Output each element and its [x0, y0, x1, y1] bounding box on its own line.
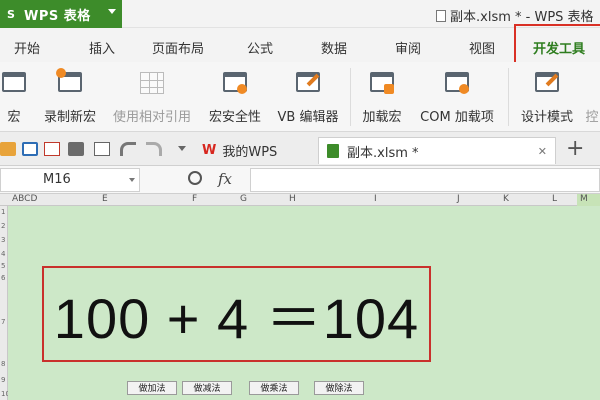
ribbon-toolbar: 宏 录制新宏 使用相对引用 宏安全性 VB 编辑器 加载宏 COM 加载项 设计…: [0, 62, 600, 132]
row-header[interactable]: 9: [1, 376, 5, 384]
zoom-icon[interactable]: [188, 171, 202, 185]
multiply-macro-button[interactable]: 做乘法: [249, 381, 299, 395]
name-box-dropdown-icon[interactable]: [129, 178, 135, 182]
row-header[interactable]: 4: [1, 250, 5, 258]
column-header[interactable]: J: [457, 194, 460, 204]
relative-reference-button[interactable]: 使用相对引用: [108, 68, 196, 128]
quick-access-bar: W 我的WPS 副本.xlsm * ✕ +: [0, 132, 600, 166]
menu-review[interactable]: 审阅: [395, 38, 421, 57]
row-header[interactable]: 5: [1, 262, 5, 270]
print-preview-icon[interactable]: [94, 142, 110, 156]
row-header[interactable]: 6: [1, 274, 5, 282]
title-bar: S WPS 表格 副本.xlsm * - WPS 表格: [0, 0, 600, 28]
menu-data[interactable]: 数据: [321, 38, 347, 57]
redo-icon[interactable]: [146, 142, 162, 156]
app-name: WPS 表格: [24, 8, 91, 24]
row-header[interactable]: 2: [1, 222, 5, 230]
customize-dropdown-icon[interactable]: [178, 146, 186, 151]
macro-security-button[interactable]: 宏安全性: [204, 68, 266, 128]
column-header[interactable]: H: [289, 194, 296, 204]
developer-tab-highlight: [514, 24, 600, 62]
save-icon[interactable]: [22, 142, 38, 156]
equation-highlight-box: 100 + 4 ＝104: [42, 266, 431, 362]
com-addin-icon: [443, 70, 471, 96]
menu-view[interactable]: 视图: [469, 38, 495, 57]
load-macro-icon: [368, 70, 396, 96]
close-tab-icon[interactable]: ✕: [538, 145, 547, 158]
column-header[interactable]: ABCD: [12, 194, 37, 204]
design-mode-button[interactable]: 设计模式: [518, 68, 576, 128]
ribbon-separator: [350, 68, 351, 126]
export-pdf-icon[interactable]: [44, 142, 60, 156]
column-header-selected[interactable]: M: [577, 194, 600, 206]
column-header[interactable]: E: [102, 194, 108, 204]
wps-w-icon: W: [202, 143, 217, 158]
vb-editor-icon: [294, 70, 322, 96]
open-folder-icon[interactable]: [0, 142, 16, 156]
print-icon[interactable]: [68, 142, 84, 156]
control-icon: [584, 70, 600, 96]
formula-bar: M16 fx: [0, 166, 600, 194]
row-header[interactable]: 7: [1, 318, 5, 326]
tab-my-wps[interactable]: W 我的WPS: [202, 137, 277, 164]
file-icon: [436, 10, 446, 22]
ribbon-separator: [508, 68, 509, 126]
row-header[interactable]: 1: [1, 208, 5, 216]
row-header[interactable]: 3: [1, 236, 5, 244]
menu-insert[interactable]: 插入: [89, 38, 115, 57]
add-macro-button[interactable]: 做加法: [127, 381, 177, 395]
design-mode-icon: [533, 70, 561, 96]
app-menu-button[interactable]: S WPS 表格: [0, 0, 122, 28]
tab-document[interactable]: 副本.xlsm * ✕: [318, 137, 556, 164]
divide-macro-button[interactable]: 做除法: [314, 381, 364, 395]
macro-security-icon: [221, 70, 249, 96]
equation-text: 100 + 4 ＝104: [53, 286, 420, 350]
name-box[interactable]: M16: [0, 168, 140, 192]
formula-input[interactable]: [250, 168, 600, 192]
com-addin-button[interactable]: COM 加载项: [414, 68, 500, 128]
insert-function-button[interactable]: fx: [218, 170, 232, 188]
column-header[interactable]: L: [552, 194, 557, 204]
record-macro-icon: [56, 68, 84, 96]
new-tab-button[interactable]: +: [566, 136, 584, 161]
menu-bar: 开始 插入 页面布局 公式 数据 审阅 视图 开发工具: [0, 28, 600, 62]
menu-home[interactable]: 开始: [14, 38, 40, 57]
undo-icon[interactable]: [120, 142, 136, 156]
macro-button[interactable]: 宏: [2, 68, 26, 128]
macro-window-icon: [0, 70, 28, 96]
column-header[interactable]: G: [240, 194, 247, 204]
menu-formula[interactable]: 公式: [247, 38, 273, 57]
window-title: 副本.xlsm * - WPS 表格: [436, 6, 594, 25]
vb-editor-button[interactable]: VB 编辑器: [274, 68, 342, 128]
column-header[interactable]: F: [192, 194, 197, 204]
column-header[interactable]: I: [374, 194, 377, 204]
column-headers: ABCD E F G H I J K L: [0, 194, 600, 206]
row-header[interactable]: 8: [1, 360, 5, 368]
row-headers: 1 2 3 4 5 6 7 8 9 10: [0, 206, 10, 400]
dropdown-arrow-icon: [108, 9, 116, 14]
spreadsheet-file-icon: [327, 144, 339, 158]
load-macro-button[interactable]: 加载宏: [358, 68, 406, 128]
menu-page-layout[interactable]: 页面布局: [152, 38, 204, 57]
relative-reference-grid-icon: [138, 70, 166, 96]
record-macro-button[interactable]: 录制新宏: [40, 68, 100, 128]
control-button[interactable]: 控: [584, 68, 600, 128]
wps-logo-icon: S: [7, 7, 15, 21]
column-header[interactable]: K: [503, 194, 509, 204]
subtract-macro-button[interactable]: 做减法: [182, 381, 232, 395]
